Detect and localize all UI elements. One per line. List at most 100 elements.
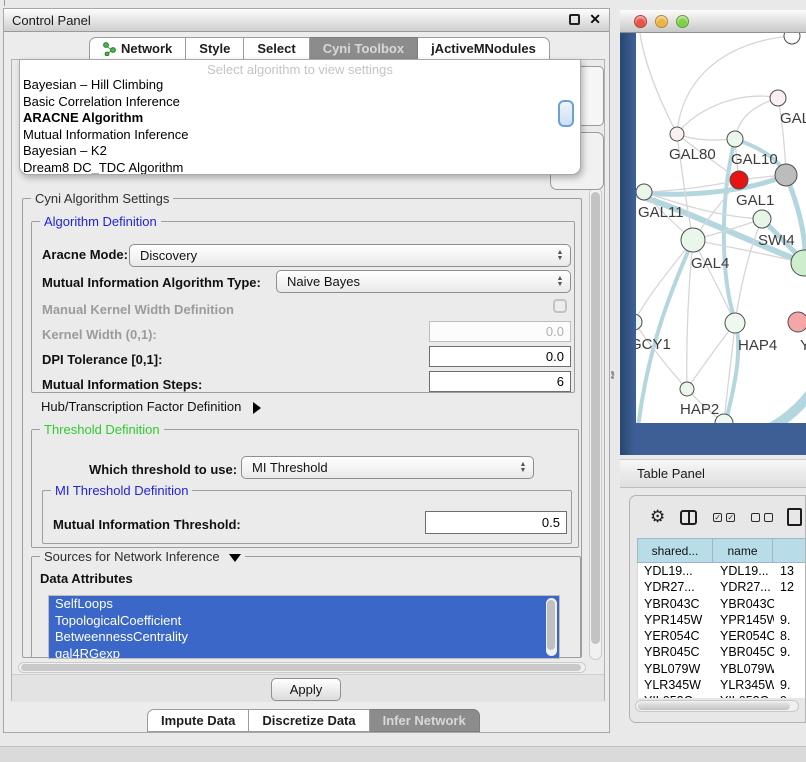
kernel-width-input[interactable] bbox=[429, 321, 571, 342]
close-icon[interactable]: ✕ bbox=[589, 12, 601, 26]
mi-algorithm-type-combo[interactable]: Naive Bayes ▲▼ bbox=[276, 270, 571, 293]
tab-network[interactable]: Network bbox=[89, 37, 186, 60]
table-row[interactable]: YBR043CYBR043C bbox=[638, 596, 806, 612]
network-edge-highlighted[interactable] bbox=[741, 389, 806, 423]
algorithm-definition-legend: Algorithm Definition bbox=[40, 214, 161, 229]
deselect-all-icon[interactable] bbox=[751, 513, 760, 522]
network-node-y[interactable] bbox=[788, 312, 806, 332]
algorithm-item[interactable]: Bayesian – Hill Climbing bbox=[20, 77, 580, 94]
settings-vertical-scrollbar-thumb[interactable] bbox=[591, 192, 600, 644]
network-edge[interactable] bbox=[636, 322, 687, 389]
combo-spinner-icon: ▲▼ bbox=[550, 250, 570, 262]
data-attributes-label: Data Attributes bbox=[40, 571, 133, 586]
float-window-icon[interactable] bbox=[569, 14, 580, 25]
sources-legend[interactable]: Sources for Network Inference bbox=[40, 549, 245, 564]
algorithm-item[interactable]: Mutual Information Inference bbox=[20, 127, 580, 144]
table-row[interactable]: YBL079WYBL079W bbox=[638, 661, 806, 677]
new-table-icon[interactable] bbox=[787, 508, 802, 526]
network-graph[interactable]: GALGAL80GAL10GAL1GAL11SWI4GAL4GCY1HAP4YH… bbox=[636, 33, 806, 423]
column-header[interactable]: name bbox=[713, 538, 773, 563]
table-row[interactable]: YDR27...YDR27...12 bbox=[638, 579, 806, 595]
table-row[interactable]: YDL19...YDL19...13 bbox=[638, 563, 806, 579]
algorithm-item[interactable]: Bayesian – K2 bbox=[20, 143, 580, 160]
mi-threshold-input[interactable] bbox=[425, 511, 567, 534]
network-canvas[interactable]: GALGAL80GAL10GAL1GAL11SWI4GAL4GCY1HAP4YH… bbox=[636, 33, 806, 423]
focused-spinner-button[interactable] bbox=[558, 100, 574, 127]
deselect-all-icon[interactable] bbox=[764, 513, 773, 522]
control-panel-titlebar[interactable]: Control Panel ✕ bbox=[4, 9, 609, 32]
network-edge[interactable] bbox=[693, 240, 735, 323]
network-node-hap2[interactable] bbox=[680, 382, 694, 396]
algorithm-item[interactable]: ARACNE Algorithm bbox=[20, 110, 580, 127]
network-node-gal11[interactable] bbox=[636, 184, 652, 200]
dpi-tolerance-input[interactable] bbox=[429, 346, 571, 367]
tab-select[interactable]: Select bbox=[244, 37, 309, 60]
algorithm-item[interactable]: Basic Correlation Inference bbox=[20, 94, 580, 111]
network-node-swi4[interactable] bbox=[753, 210, 771, 228]
aracne-mode-combo[interactable]: Discovery ▲▼ bbox=[129, 244, 571, 267]
table-panel-titlebar[interactable]: Table Panel bbox=[620, 459, 806, 488]
network-edge[interactable] bbox=[735, 98, 778, 139]
zoom-traffic-light-icon[interactable] bbox=[676, 15, 689, 28]
table-horizontal-scrollbar[interactable] bbox=[635, 700, 799, 712]
attributes-scrollbar[interactable] bbox=[546, 598, 557, 656]
attribute-item-selected[interactable]: BetweennessCentrality bbox=[49, 629, 559, 646]
column-header[interactable] bbox=[773, 538, 806, 563]
which-threshold-label: Which threshold to use: bbox=[89, 462, 237, 477]
table-row[interactable]: YIL052CYIL052C9 bbox=[638, 693, 806, 698]
network-edge[interactable] bbox=[687, 323, 735, 389]
manual-kernel-width-checkbox[interactable] bbox=[553, 299, 567, 313]
panel-divider-grip[interactable] bbox=[611, 371, 615, 378]
column-header[interactable]: shared... bbox=[637, 538, 713, 563]
attribute-item-selected[interactable]: gal4RGexp bbox=[49, 646, 559, 660]
mi-steps-input[interactable] bbox=[429, 371, 571, 392]
network-edge[interactable] bbox=[677, 134, 735, 140]
tab-jactivemnodules[interactable]: jActiveMNodules bbox=[418, 37, 550, 60]
minimize-traffic-light-icon[interactable] bbox=[655, 15, 668, 28]
table-row[interactable]: YBR045CYBR045C9. bbox=[638, 644, 806, 660]
network-node-gal1[interactable] bbox=[730, 171, 748, 189]
tab-style[interactable]: Style bbox=[186, 37, 244, 60]
hub-tf-definition-expander[interactable]: Hub/Transcription Factor Definition bbox=[41, 399, 261, 414]
node-table: shared...name YDL19...YDL19...13YDR27...… bbox=[637, 538, 806, 698]
which-threshold-value: MI Threshold bbox=[242, 460, 513, 475]
table-row[interactable]: YPR145WYPR145W9. bbox=[638, 612, 806, 628]
network-window-titlebar[interactable] bbox=[620, 10, 806, 33]
network-node-gcy1[interactable] bbox=[636, 314, 642, 330]
tab-infer-network[interactable]: Infer Network bbox=[370, 709, 480, 732]
tab-impute-data[interactable]: Impute Data bbox=[147, 709, 249, 732]
columns-icon[interactable] bbox=[680, 510, 697, 525]
settings-vertical-scrollbar[interactable] bbox=[589, 187, 602, 660]
network-edge-highlighted[interactable] bbox=[725, 323, 738, 423]
data-attributes-list[interactable]: SelfLoopsTopologicalCoefficientBetweenne… bbox=[48, 595, 560, 659]
network-edge[interactable] bbox=[677, 36, 792, 134]
select-all-check-icon[interactable]: ✓ bbox=[713, 513, 722, 522]
table-horizontal-scrollbar-thumb[interactable] bbox=[638, 702, 790, 710]
network-node[interactable] bbox=[775, 164, 797, 186]
network-node-gal10[interactable] bbox=[727, 131, 743, 147]
network-node-gal4[interactable] bbox=[681, 228, 705, 252]
attribute-item-selected[interactable]: TopologicalCoefficient bbox=[49, 613, 559, 630]
network-node-gal[interactable] bbox=[770, 90, 786, 106]
attributes-scrollbar-thumb[interactable] bbox=[547, 600, 555, 650]
settings-horizontal-scrollbar[interactable] bbox=[18, 662, 586, 673]
cyni-algorithm-settings-legend: Cyni Algorithm Settings bbox=[31, 191, 173, 206]
settings-horizontal-scrollbar-thumb[interactable] bbox=[21, 664, 581, 671]
table-cell: YBR045C bbox=[714, 644, 774, 660]
attribute-item-selected[interactable]: SelfLoops bbox=[49, 596, 559, 613]
which-threshold-combo[interactable]: MI Threshold ▲▼ bbox=[241, 456, 534, 479]
tab-discretize-data[interactable]: Discretize Data bbox=[249, 709, 369, 732]
apply-button[interactable]: Apply bbox=[271, 678, 341, 701]
network-node-hap4[interactable] bbox=[725, 313, 745, 333]
table-row[interactable]: YER054CYER054C8. bbox=[638, 628, 806, 644]
select-all-check-icon[interactable]: ✓ bbox=[726, 513, 735, 522]
network-node-gal80[interactable] bbox=[670, 127, 684, 141]
settings-gear-icon[interactable]: ⚙ bbox=[650, 507, 665, 527]
network-edge[interactable] bbox=[640, 33, 677, 134]
close-traffic-light-icon[interactable] bbox=[634, 15, 647, 28]
network-node[interactable] bbox=[784, 33, 800, 44]
table-row[interactable]: YLR345WYLR345W9. bbox=[638, 677, 806, 693]
tab-cyni-toolbox[interactable]: Cyni Toolbox bbox=[310, 37, 418, 60]
algorithm-item[interactable]: Dream8 DC_TDC Algorithm bbox=[20, 160, 580, 176]
network-edge[interactable] bbox=[677, 96, 778, 134]
